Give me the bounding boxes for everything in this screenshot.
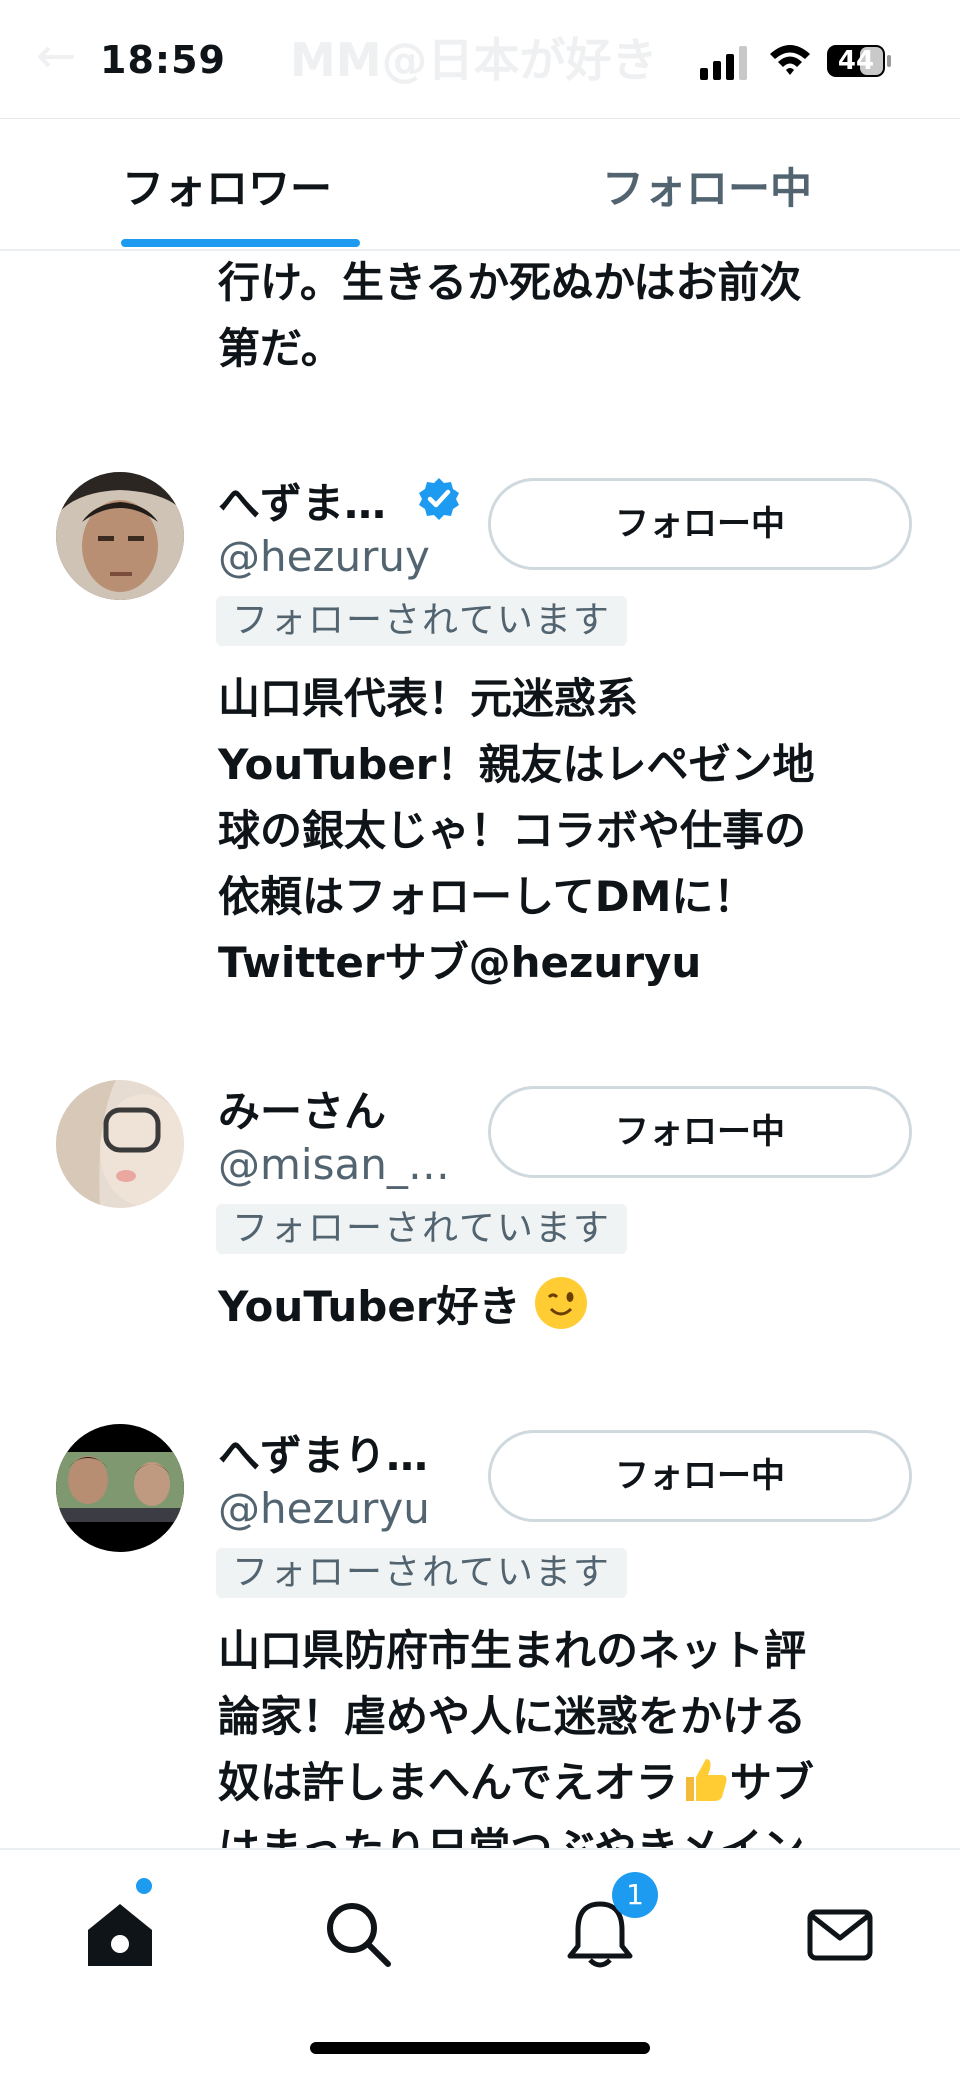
follows-you-badge: フォローされています [216,1204,627,1254]
winking-face-icon [535,1277,588,1329]
active-tab-indicator [121,239,360,247]
user-bio: 山口県代表！元迷惑系 YouTuber！親友はレペゼン地 球の銀太じゃ！コラボや… [218,666,918,996]
tab-followers[interactable]: フォロワー [122,155,332,216]
follow-tabs: フォロワー フォロー中 [0,119,960,251]
user-bio: 山口県防府市生まれのネット評 論家！虐めや人に迷惑をかける 奴は許しまへんでえオ… [218,1618,918,1848]
user-display-name[interactable]: へずま… [218,470,386,531]
avatar[interactable] [56,1424,184,1552]
bio-line: Twitterサブ@hezuryu [218,938,702,987]
bio-line: 論家！虐めや人に迷惑をかける [218,1692,807,1741]
user-display-name[interactable]: へずまり… [218,1422,428,1483]
bio-line: YouTuber好き [218,1282,521,1331]
thumbs-up-icon [678,1753,730,1805]
bio-line: 依頼はフォローしてDMに！ [218,872,756,921]
messages-icon[interactable] [802,1896,878,1972]
notification-count-badge: 1 [612,1872,658,1918]
user-bio: YouTuber好き [218,1274,918,1340]
following-button[interactable]: フォロー中 [488,1086,912,1178]
user-handle: @misan_… [218,1140,450,1189]
battery-level: 44 [837,46,875,76]
back-arrow-icon[interactable]: ← [36,28,76,84]
status-time: 18:59 [100,38,226,82]
bio-line: はまったり日常つぶやきメイン [218,1816,918,1848]
cellular-signal-icon [700,46,747,80]
follows-you-badge: フォローされています [216,596,627,646]
bio-line: 行け。生きるか死ぬかはお前次 [218,258,802,307]
wifi-icon [770,45,810,75]
user-handle: @hezuruy [218,532,430,581]
bio-line: 山口県代表！元迷惑系 [218,674,639,723]
bio-line: 球の銀太じゃ！コラボや仕事の [218,806,807,855]
follows-you-badge: フォローされています [216,1548,627,1598]
bio-line: YouTuber！親友はレペゼン地 [218,740,815,789]
user-display-name[interactable]: みーさん [218,1078,386,1139]
bio-line: 山口県防府市生まれのネット評 [218,1626,807,1675]
following-button[interactable]: フォロー中 [488,478,912,570]
bio-line: 奴は許しまへんでえオラ [218,1758,678,1807]
avatar[interactable] [56,1080,184,1208]
previous-user-bio: 行け。生きるか死ぬかはお前次 第だ。 [218,250,918,382]
verified-badge-icon [419,478,459,520]
user-handle: @hezuryu [218,1484,430,1533]
status-bar: ← MM@日本が好き 18:59 44 [0,0,960,119]
bottom-navigation: 1 [0,1848,960,2081]
home-indicator [310,2042,650,2054]
page-title: MM@日本が好き [290,33,658,87]
search-icon[interactable] [320,1896,396,1972]
battery-icon: 44 [826,44,892,78]
followers-list[interactable]: 行け。生きるか死ぬかはお前次 第だ。 へずま… @hezuruy フォローされて… [0,250,960,1848]
bio-line: 第だ。 [218,324,343,373]
tab-following[interactable]: フォロー中 [602,155,812,216]
following-button[interactable]: フォロー中 [488,1430,912,1522]
home-icon[interactable] [82,1896,158,1972]
bio-line-suffix: サブ [729,1758,814,1807]
avatar[interactable] [56,472,184,600]
home-new-dot [136,1878,152,1894]
